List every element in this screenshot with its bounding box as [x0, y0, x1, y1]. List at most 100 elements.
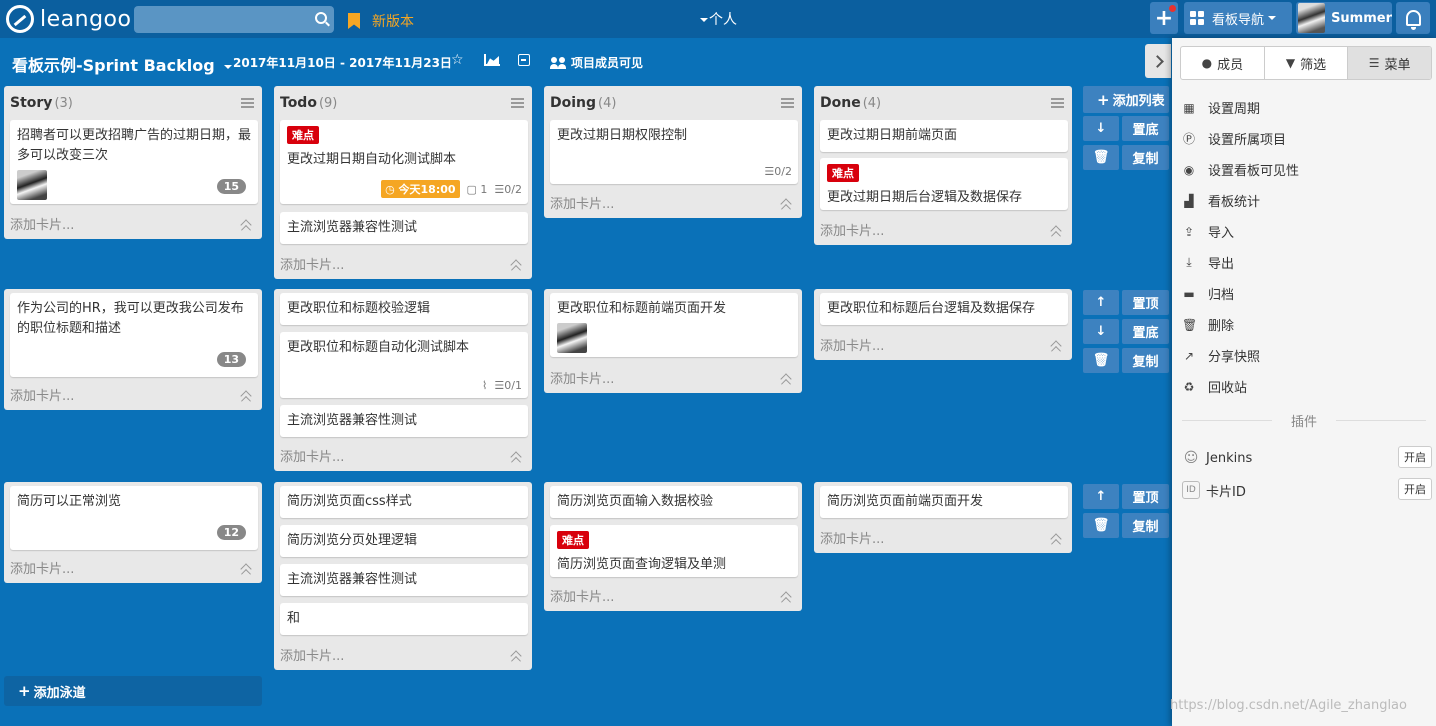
card[interactable]: 难点 更改过期日期后台逻辑及数据保存: [820, 158, 1068, 210]
card[interactable]: 招聘者可以更改招聘广告的过期日期，最多可以改变三次 15: [10, 120, 258, 204]
card[interactable]: 更改过期日期前端页面: [820, 120, 1068, 152]
collapse-up-icon[interactable]: [510, 650, 522, 662]
collapse-up-icon[interactable]: [780, 591, 792, 603]
collapse-up-icon[interactable]: [780, 373, 792, 385]
add-card-link[interactable]: 添加卡片...: [820, 220, 884, 239]
leangoo-logo[interactable]: leangoo: [6, 5, 131, 33]
chart-icon[interactable]: [484, 54, 500, 66]
card[interactable]: 简历浏览页面前端页面开发: [820, 486, 1068, 518]
add-list-button[interactable]: + 添加列表: [1083, 86, 1169, 113]
card[interactable]: 简历浏览页面输入数据校验: [550, 486, 798, 518]
search-icon[interactable]: [315, 12, 327, 24]
card[interactable]: 更改职位和标题校验逻辑: [280, 293, 528, 325]
copy-lane-button[interactable]: 复制: [1122, 145, 1169, 170]
visibility-label: 项目成员可见: [571, 56, 644, 70]
list-menu-icon[interactable]: [781, 98, 794, 108]
menu-export[interactable]: ⤓ 导出: [1182, 253, 1234, 272]
add-lane-button[interactable]: + 添加泳道: [4, 676, 262, 706]
menu-set-project[interactable]: Ⓟ 设置所属项目: [1182, 129, 1286, 148]
list-menu-icon[interactable]: [1051, 98, 1064, 108]
star-icon[interactable]: ☆: [451, 52, 464, 68]
move-top-button[interactable]: 置顶: [1122, 290, 1169, 315]
delete-lane-button[interactable]: 🗑: [1083, 145, 1119, 170]
add-card-link[interactable]: 添加卡片...: [10, 558, 74, 577]
menu-share-snapshot[interactable]: ↗ 分享快照: [1182, 346, 1260, 366]
menu-recycle-bin[interactable]: ♻ 回收站: [1182, 377, 1247, 397]
add-card-link[interactable]: 添加卡片...: [550, 193, 614, 212]
tab-members[interactable]: ● 成员: [1181, 47, 1265, 79]
list-menu-icon[interactable]: [511, 98, 524, 108]
list-menu-icon[interactable]: [241, 98, 254, 108]
menu-set-cycle[interactable]: ▦ 设置周期: [1182, 98, 1260, 118]
collapse-up-icon[interactable]: [1050, 340, 1062, 352]
delete-lane-button[interactable]: 🗑: [1083, 348, 1119, 373]
collapse-up-icon[interactable]: [510, 451, 522, 463]
menu-archive[interactable]: ▬ 归档: [1182, 284, 1234, 304]
visibility-setting[interactable]: 项目成员可见: [550, 54, 643, 71]
move-down-button[interactable]: ↓: [1083, 319, 1119, 344]
new-version-link[interactable]: 新版本: [348, 11, 414, 31]
card[interactable]: 更改职位和标题自动化测试脚本 ⌇ ☰0/1: [280, 332, 528, 398]
tab-filter[interactable]: ▼ 筛选: [1265, 47, 1349, 79]
list-name[interactable]: Done: [820, 95, 861, 111]
card[interactable]: 主流浏览器兼容性测试: [280, 212, 528, 244]
copy-lane-button[interactable]: 复制: [1122, 348, 1169, 373]
list-name[interactable]: Todo: [280, 95, 317, 111]
card[interactable]: 简历可以正常浏览 12: [10, 486, 258, 550]
card[interactable]: 难点 简历浏览页面查询逻辑及单测: [550, 525, 798, 577]
board-dates[interactable]: 2017年11月10日 - 2017年11月23日: [233, 54, 452, 71]
card[interactable]: 更改职位和标题后台逻辑及数据保存: [820, 293, 1068, 325]
collapse-up-icon[interactable]: [240, 563, 252, 575]
collapse-up-icon[interactable]: [240, 390, 252, 402]
collapse-sidebar-button[interactable]: [1145, 44, 1171, 78]
move-bottom-button[interactable]: 置底: [1122, 116, 1169, 141]
move-top-button[interactable]: 置顶: [1122, 484, 1169, 509]
enable-plugin-button[interactable]: 开启: [1398, 478, 1432, 500]
copy-lane-button[interactable]: 复制: [1122, 513, 1169, 538]
collapse-up-icon[interactable]: [780, 198, 792, 210]
card[interactable]: 简历浏览页面css样式: [280, 486, 528, 518]
user-menu-button[interactable]: Summer: [1296, 2, 1392, 34]
create-button[interactable]: +: [1150, 2, 1178, 34]
card[interactable]: 主流浏览器兼容性测试: [280, 564, 528, 596]
list-name[interactable]: Doing: [550, 95, 596, 111]
add-card-link[interactable]: 添加卡片...: [820, 335, 884, 354]
collapse-up-icon[interactable]: [1050, 225, 1062, 237]
card[interactable]: 作为公司的HR，我可以更改我公司发布的职位标题和描述 13: [10, 293, 258, 377]
add-card-link[interactable]: 添加卡片...: [550, 368, 614, 387]
enable-plugin-button[interactable]: 开启: [1398, 446, 1432, 468]
add-card-link[interactable]: 添加卡片...: [820, 528, 884, 547]
board-nav-button[interactable]: 看板导航: [1184, 2, 1292, 34]
add-card-link[interactable]: 添加卡片...: [280, 446, 344, 465]
move-up-button[interactable]: ↑: [1083, 290, 1119, 315]
menu-set-visibility[interactable]: ◉ 设置看板可见性: [1182, 160, 1299, 180]
card[interactable]: 和: [280, 603, 528, 635]
personal-dropdown[interactable]: 个人: [700, 9, 737, 29]
list-name[interactable]: Story: [10, 95, 52, 111]
add-card-link[interactable]: 添加卡片...: [10, 385, 74, 404]
delete-lane-button[interactable]: 🗑: [1083, 513, 1119, 538]
card[interactable]: 简历浏览分页处理逻辑: [280, 525, 528, 557]
move-down-button[interactable]: ↓: [1083, 116, 1119, 141]
search-input[interactable]: [134, 6, 334, 33]
card[interactable]: 主流浏览器兼容性测试: [280, 405, 528, 437]
move-up-button[interactable]: ↑: [1083, 484, 1119, 509]
card[interactable]: 更改过期日期权限控制 ☰0/2: [550, 120, 798, 184]
collapse-icon[interactable]: [518, 54, 530, 66]
board-title[interactable]: 看板示例-Sprint Backlog: [12, 52, 233, 76]
move-bottom-button[interactable]: 置底: [1122, 319, 1169, 344]
add-card-link[interactable]: 添加卡片...: [550, 586, 614, 605]
add-card-link[interactable]: 添加卡片...: [280, 645, 344, 664]
card[interactable]: 难点 更改过期日期自动化测试脚本 ◷ 今天18:00 ▢ 1 ☰0/2: [280, 120, 528, 204]
card[interactable]: 更改职位和标题前端页面开发: [550, 293, 798, 357]
collapse-up-icon[interactable]: [1050, 533, 1062, 545]
collapse-up-icon[interactable]: [240, 219, 252, 231]
menu-import[interactable]: ⇪ 导入: [1182, 222, 1234, 242]
add-card-link[interactable]: 添加卡片...: [280, 254, 344, 273]
menu-board-stats[interactable]: ▟ 看板统计: [1182, 191, 1260, 211]
notifications-button[interactable]: [1396, 2, 1430, 34]
collapse-up-icon[interactable]: [510, 259, 522, 271]
menu-delete[interactable]: 🗑 删除: [1182, 315, 1234, 335]
tab-menu[interactable]: ☰ 菜单: [1348, 47, 1431, 79]
add-card-link[interactable]: 添加卡片...: [10, 214, 74, 233]
